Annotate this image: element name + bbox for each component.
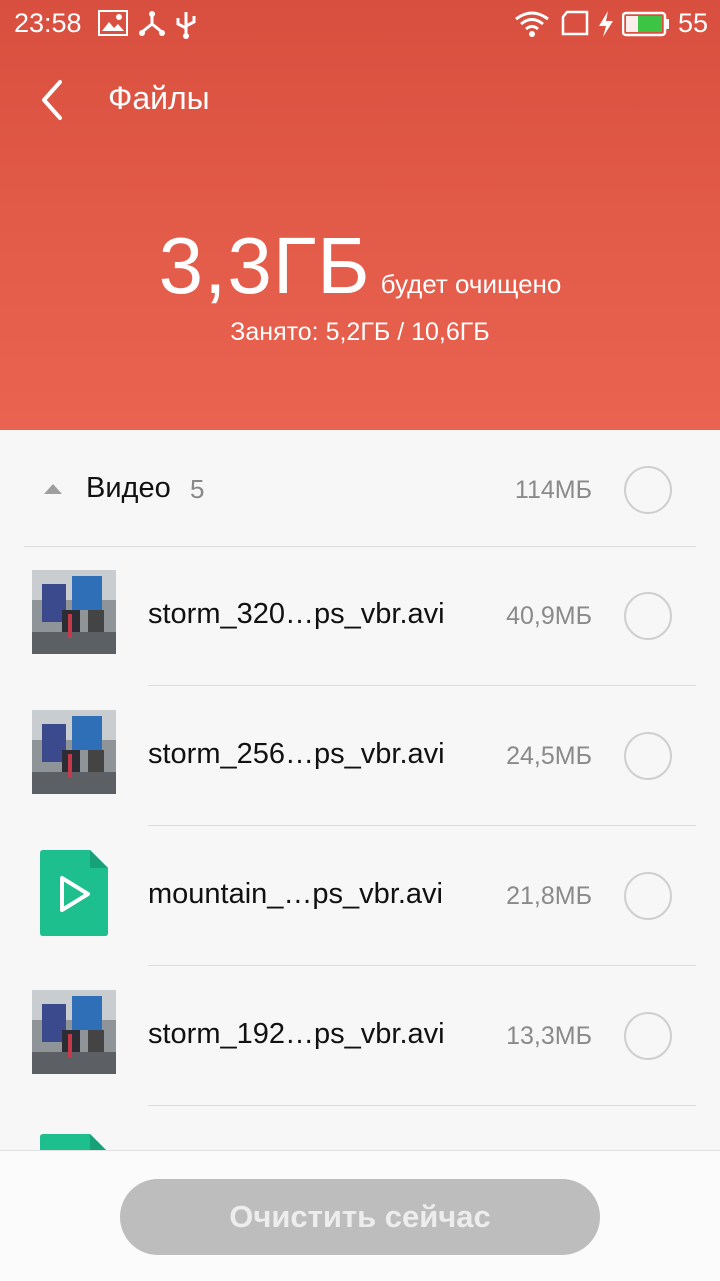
file-name: storm_192…ps_vbr.avi	[148, 1018, 445, 1050]
battery-icon	[621, 11, 670, 42]
video-thumbnail	[32, 710, 116, 794]
page-title: Файлы	[108, 80, 210, 116]
category-name: Видео	[86, 472, 171, 504]
list-item[interactable]: storm_192…ps_vbr.avi 13,3МБ	[0, 966, 720, 1106]
file-size: 24,5МБ	[506, 742, 592, 770]
file-size: 13,3МБ	[506, 1022, 592, 1050]
category-count: 5	[190, 474, 205, 504]
select-checkbox[interactable]	[624, 732, 672, 780]
select-checkbox[interactable]	[624, 592, 672, 640]
clean-now-button[interactable]: Очистить сейчас	[120, 1179, 600, 1255]
video-file-icon	[40, 850, 108, 936]
list-item[interactable]: storm_320…ps_vbr.avi 40,9МБ	[0, 546, 720, 686]
file-name: storm_256…ps_vbr.avi	[148, 738, 445, 770]
cleanup-amount: 3,3ГБ будет очищено	[0, 220, 720, 312]
category-size: 114МБ	[514, 476, 592, 504]
file-size: 40,9МБ	[506, 602, 592, 630]
video-thumbnail	[32, 990, 116, 1074]
file-list: Видео 5 114МБ storm_320…ps_vbr.avi 40,9М…	[0, 430, 720, 1150]
back-arrow-icon[interactable]	[28, 74, 80, 126]
file-name: mountain_…ps_vbr.avi	[148, 878, 443, 910]
wifi-icon	[514, 10, 550, 43]
list-item[interactable]	[0, 1106, 720, 1150]
file-size: 21,8МБ	[506, 882, 592, 910]
file-name: storm_320…ps_vbr.avi	[148, 598, 445, 630]
amount-label: будет очищено	[380, 269, 562, 299]
category-header-video[interactable]: Видео 5 114МБ	[24, 430, 696, 547]
select-checkbox[interactable]	[624, 872, 672, 920]
storage-used: Занято: 5,2ГБ / 10,6ГБ	[230, 318, 490, 346]
battery-level: 55	[677, 8, 708, 38]
amount-value: 3,3ГБ	[158, 221, 371, 310]
status-bar: 23:58 55	[0, 0, 720, 50]
charging-icon	[597, 10, 615, 43]
share-network-icon	[138, 10, 166, 43]
image-icon	[98, 10, 128, 41]
list-item[interactable]: mountain_…ps_vbr.avi 21,8МБ	[0, 826, 720, 966]
collapse-arrow-icon[interactable]	[44, 484, 62, 494]
header-panel: 23:58 55 Файлы 3,3ГБ будет очищено Занят…	[0, 0, 720, 430]
list-item[interactable]: storm_256…ps_vbr.avi 24,5МБ	[0, 686, 720, 826]
usb-icon	[174, 10, 198, 45]
select-checkbox[interactable]	[624, 1012, 672, 1060]
sim-icon	[560, 10, 590, 41]
video-file-icon	[40, 1134, 108, 1150]
category-select-checkbox[interactable]	[624, 466, 672, 514]
video-thumbnail	[32, 570, 116, 654]
bottom-bar: Очистить сейчас	[0, 1150, 720, 1281]
app-bar: Файлы	[0, 60, 720, 140]
status-time: 23:58	[14, 8, 82, 38]
